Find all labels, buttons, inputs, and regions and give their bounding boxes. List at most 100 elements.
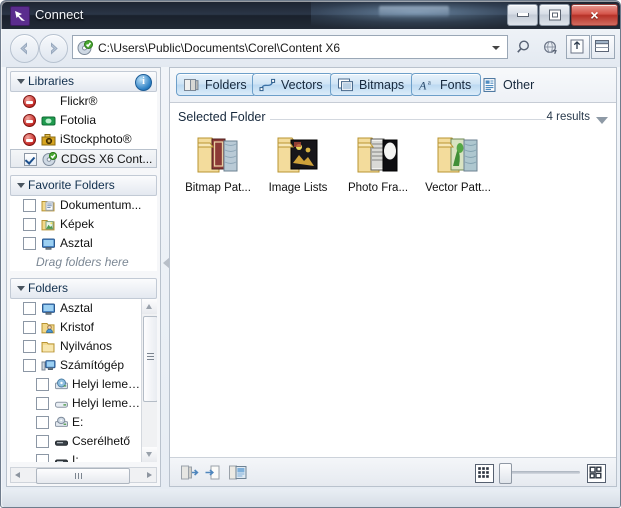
zoom-slider-track[interactable] (502, 471, 580, 474)
folder-grid: Bitmap Pat... Image Lists Photo Fra... V… (178, 130, 608, 194)
tab-fonts[interactable]: A a Fonts (411, 73, 482, 96)
tree-item-kristof[interactable]: Kristof (10, 318, 157, 337)
checkbox[interactable] (36, 435, 49, 448)
folders-section-header[interactable]: Folders (10, 278, 157, 299)
content-panel: Folders Vectors Bitmaps A a Fonts Other … (169, 67, 617, 487)
folders-tree[interactable]: Asztal Kristof Nyilvános Számítógép Hely… (10, 299, 157, 462)
grid-item-photo-frames[interactable]: Photo Fra... (338, 130, 418, 194)
corel-swoosh-icon (15, 11, 25, 21)
scrollbar-thumb[interactable] (36, 468, 130, 484)
tree-item-drive-e[interactable]: E: (10, 413, 157, 432)
checkbox[interactable] (36, 378, 49, 391)
collapse-triangle-icon[interactable] (17, 286, 25, 291)
folders-header-label: Folders (28, 281, 69, 295)
checkbox[interactable] (23, 237, 36, 250)
desktop-icon (42, 238, 55, 250)
tree-item-helyi-lemez-1[interactable]: Helyi leme… (10, 375, 157, 394)
tree-vertical-scrollbar[interactable] (141, 299, 157, 462)
address-path: C:\Users\Public\Documents\Corel\Content … (98, 41, 341, 55)
tab-label: Other (503, 77, 535, 92)
minimize-icon (516, 13, 529, 17)
library-item-istockphoto[interactable]: iStockphoto® (10, 130, 157, 149)
tree-horizontal-scrollbar[interactable] (10, 467, 157, 484)
layout-panel-button[interactable] (591, 35, 615, 59)
checkbox[interactable] (36, 397, 49, 410)
favorite-item-kepek[interactable]: Képek (10, 215, 157, 234)
scroll-up-button[interactable] (142, 299, 157, 314)
import-icon (181, 465, 199, 480)
blocked-icon[interactable] (23, 114, 36, 127)
system-drive-icon (55, 378, 68, 390)
blocked-icon[interactable] (23, 133, 36, 146)
checkbox[interactable] (24, 153, 37, 166)
scroll-right-button[interactable] (142, 468, 156, 482)
favorite-label: Asztal (60, 236, 93, 250)
minimize-button[interactable] (507, 4, 538, 26)
favorite-folders-section-header[interactable]: Favorite Folders (10, 175, 157, 196)
large-thumbnails-button[interactable] (587, 464, 606, 483)
libraries-section-header[interactable]: Libraries i (10, 71, 157, 92)
forward-button[interactable] (39, 34, 68, 63)
folder-bitmap-patterns-icon (190, 130, 246, 178)
tree-label: Helyi leme… (72, 396, 141, 410)
tab-other[interactable]: Other (475, 73, 543, 96)
info-icon[interactable]: i (135, 74, 152, 91)
collapse-triangle-icon[interactable] (17, 183, 25, 188)
checkbox[interactable] (23, 359, 36, 372)
tab-label: Folders (205, 77, 247, 92)
tree-item-cserelheto[interactable]: Cserélhető (10, 432, 157, 451)
back-button[interactable] (10, 34, 39, 63)
import-button[interactable] (180, 463, 200, 482)
checkbox[interactable] (36, 454, 49, 462)
upload-tray-button[interactable] (566, 35, 590, 59)
window-bottom-edge (1, 489, 620, 507)
grip-icon (147, 356, 154, 357)
fotolia-icon (41, 116, 56, 126)
checkbox[interactable] (36, 416, 49, 429)
refresh-button[interactable] (538, 35, 562, 59)
tab-folders[interactable]: Folders (176, 73, 257, 96)
library-item-cdgs-x6-content[interactable]: CDGS X6 Cont... (10, 149, 157, 168)
scroll-left-button[interactable] (11, 468, 25, 482)
grid-item-image-lists[interactable]: Image Lists (258, 130, 338, 194)
checkbox[interactable] (23, 199, 36, 212)
scroll-down-button[interactable] (142, 447, 157, 462)
blocked-icon[interactable] (23, 95, 36, 108)
scrollbar-thumb[interactable] (143, 316, 157, 402)
checkbox[interactable] (23, 218, 36, 231)
export-button[interactable] (204, 463, 224, 482)
chevron-down-icon (146, 452, 152, 457)
libraries-header-label: Libraries (28, 74, 75, 88)
tray-button[interactable] (228, 463, 248, 482)
grid-item-bitmap-patterns[interactable]: Bitmap Pat... (178, 130, 258, 194)
small-thumbnails-button[interactable] (475, 464, 494, 483)
address-input[interactable]: C:\Users\Public\Documents\Corel\Content … (72, 35, 508, 59)
collapse-triangle-icon[interactable] (17, 79, 25, 84)
content-status-bar (170, 457, 616, 486)
library-item-fotolia[interactable]: Fotolia (10, 111, 157, 130)
library-item-flickr[interactable]: Flickr® (10, 92, 157, 111)
checkbox[interactable] (23, 340, 36, 353)
folder-vector-patterns-icon (430, 130, 486, 178)
checkbox[interactable] (23, 321, 36, 334)
close-button[interactable]: × (571, 4, 618, 26)
tab-bitmaps[interactable]: Bitmaps (330, 73, 415, 96)
search-button[interactable] (513, 35, 537, 59)
results-dropdown-caret-icon[interactable] (596, 117, 608, 124)
tree-item-helyi-lemez-2[interactable]: Helyi leme… (10, 394, 157, 413)
favorite-item-dokumentumok[interactable]: Dokumentum... (10, 196, 157, 215)
checkbox[interactable] (23, 302, 36, 315)
tab-vectors[interactable]: Vectors (252, 73, 333, 96)
tree-item-nyilvanos[interactable]: Nyilvános (10, 337, 157, 356)
drag-folders-hint: Drag folders here (36, 255, 129, 269)
favorite-item-asztal[interactable]: Asztal (10, 234, 157, 253)
tree-item-drive-i[interactable]: I: (10, 451, 157, 462)
maximize-button[interactable] (539, 4, 570, 26)
favorite-folders-header-label: Favorite Folders (28, 178, 115, 192)
chevron-down-icon[interactable] (492, 46, 500, 50)
tree-item-asztal[interactable]: Asztal (10, 299, 157, 318)
tree-item-szamitogep[interactable]: Számítógép (10, 356, 157, 375)
zoom-slider-handle[interactable] (499, 463, 512, 484)
grid-item-vector-patterns[interactable]: Vector Patt... (418, 130, 498, 194)
tree-label: I: (72, 453, 79, 462)
